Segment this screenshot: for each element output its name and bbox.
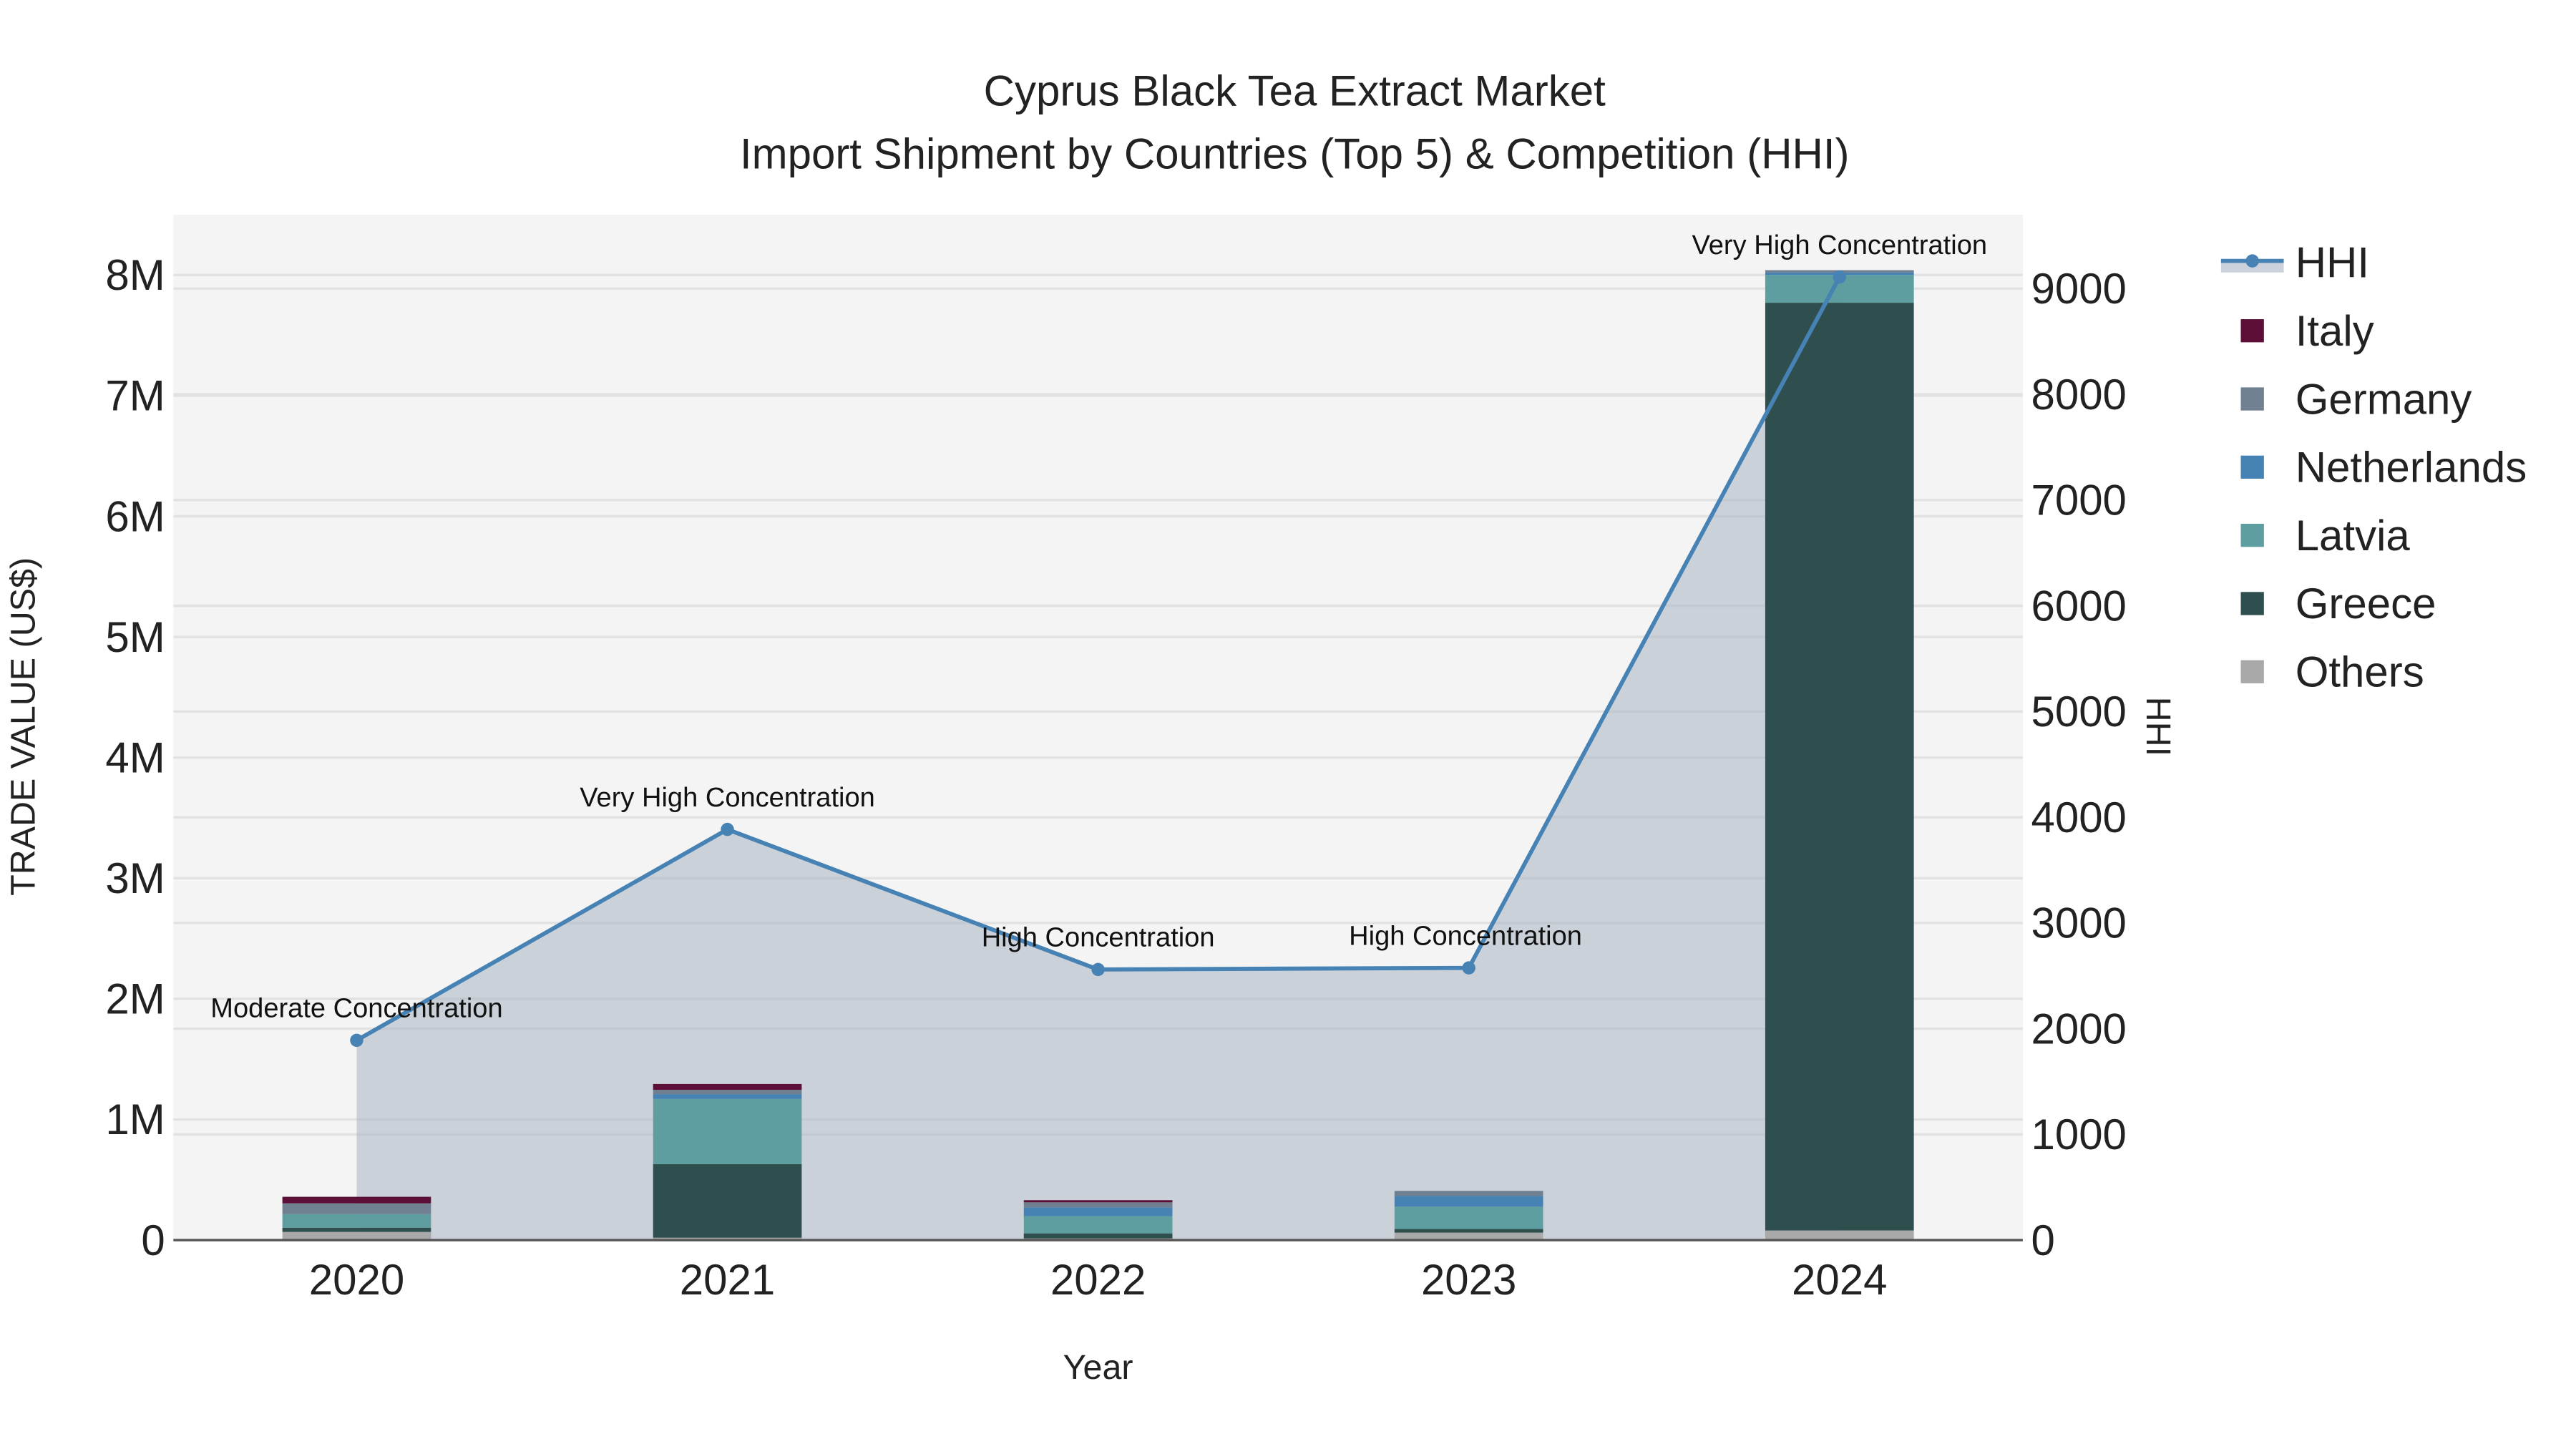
x-tick-label: 2020 xyxy=(309,1256,404,1304)
bar-netherlands-2022 xyxy=(1023,1207,1173,1216)
legend-hhi-marker xyxy=(2245,254,2259,268)
x-axis-ticks: 2020 2021 2022 2023 2024 xyxy=(309,1256,1888,1304)
bar-latvia-2021 xyxy=(653,1098,802,1164)
y-tick-label: 2M xyxy=(105,975,165,1023)
legend: HHI Italy Germany Netherlands Latvia Greece Ot… xyxy=(2220,239,2527,696)
y-tick-label: 6M xyxy=(105,492,165,540)
y2-tick-label: 2000 xyxy=(2031,1005,2126,1053)
y-tick-label: 8M xyxy=(105,251,165,299)
y-tick-label: 0 xyxy=(141,1216,165,1264)
hhi-annotation: Very High Concentration xyxy=(580,783,875,813)
legend-label-italy: Italy xyxy=(2296,307,2374,355)
legend-swatch-latvia xyxy=(2240,524,2264,547)
legend-label-others: Others xyxy=(2296,648,2424,696)
y-tick-label: 4M xyxy=(105,733,165,781)
legend-label-netherlands: Netherlands xyxy=(2296,444,2527,492)
y2-tick-label: 9000 xyxy=(2031,265,2126,313)
bar-greece-2024 xyxy=(1765,303,1914,1231)
bar-germany-2020 xyxy=(282,1203,431,1214)
y-tick-label: 7M xyxy=(105,372,165,420)
y-tick-label: 3M xyxy=(105,854,165,902)
bar-italy-2020 xyxy=(282,1196,431,1204)
hhi-point xyxy=(721,822,734,836)
hhi-annotation: High Concentration xyxy=(1349,921,1582,951)
legend-swatch-greece xyxy=(2240,592,2264,615)
hhi-annotation: Moderate Concentration xyxy=(210,994,502,1024)
hhi-point xyxy=(1091,962,1105,977)
legend-swatch-germany xyxy=(2240,387,2264,411)
legend-swatch-netherlands xyxy=(2240,455,2264,479)
hhi-point xyxy=(1833,270,1846,284)
bar-germany-2021 xyxy=(653,1090,802,1095)
bar-latvia-2020 xyxy=(282,1214,431,1228)
bar-latvia-2023 xyxy=(1394,1206,1543,1229)
x-tick-label: 2022 xyxy=(1050,1256,1146,1304)
bar-italy-2022 xyxy=(1023,1200,1173,1203)
bar-greece-2023 xyxy=(1394,1229,1543,1233)
bar-germany-2023 xyxy=(1394,1191,1543,1196)
hhi-annotation: High Concentration xyxy=(982,923,1215,953)
y2-tick-label: 3000 xyxy=(2031,899,2126,947)
legend-label-hhi: HHI xyxy=(2296,239,2369,287)
y-axis-label: TRADE VALUE (US$) xyxy=(4,557,42,896)
bar-netherlands-2021 xyxy=(653,1094,802,1099)
y2-axis-ticks: 0 1000 2000 3000 4000 5000 6000 7000 8000 9000 xyxy=(2031,265,2126,1264)
bar-others-2024 xyxy=(1765,1230,1914,1241)
bar-germany-2022 xyxy=(1023,1202,1173,1208)
y2-tick-label: 7000 xyxy=(2031,477,2126,525)
y2-axis-label: HHI xyxy=(2139,697,2177,756)
chart-title-line1: Cyprus Black Tea Extract Market xyxy=(984,67,1606,115)
legend-label-latvia: Latvia xyxy=(2296,512,2411,560)
y-axis-ticks: 0 1M 2M 3M 4M 5M 6M 7M 8M xyxy=(105,251,165,1264)
legend-label-greece: Greece xyxy=(2296,580,2436,628)
x-tick-label: 2023 xyxy=(1421,1256,1516,1304)
bar-greece-2020 xyxy=(282,1227,431,1232)
hhi-annotation: Very High Concentration xyxy=(1692,230,1987,260)
chart-title-line2: Import Shipment by Countries (Top 5) & C… xyxy=(740,130,1850,177)
y-tick-label: 5M xyxy=(105,613,165,661)
hhi-point xyxy=(350,1033,364,1048)
y2-tick-label: 8000 xyxy=(2031,371,2126,419)
legend-swatch-others xyxy=(2240,660,2264,683)
y2-tick-label: 6000 xyxy=(2031,582,2126,630)
bar-greece-2021 xyxy=(653,1163,802,1238)
hhi-point xyxy=(1462,961,1475,975)
y2-tick-label: 0 xyxy=(2031,1216,2054,1264)
x-tick-label: 2021 xyxy=(680,1256,775,1304)
legend-swatch-italy xyxy=(2240,319,2264,343)
y2-tick-label: 5000 xyxy=(2031,688,2126,736)
y2-tick-label: 4000 xyxy=(2031,794,2126,841)
bar-italy-2021 xyxy=(653,1083,802,1091)
legend-label-germany: Germany xyxy=(2296,375,2472,423)
y-tick-label: 1M xyxy=(105,1096,165,1143)
bar-greece-2022 xyxy=(1023,1233,1173,1239)
x-tick-label: 2024 xyxy=(1792,1256,1887,1304)
x-axis-label: Year xyxy=(1063,1348,1133,1387)
bar-latvia-2022 xyxy=(1023,1216,1173,1234)
y2-tick-label: 1000 xyxy=(2031,1111,2126,1158)
hhi-trade-chart: Cyprus Black Tea Extract Market Import S… xyxy=(4,67,2527,1387)
bar-netherlands-2023 xyxy=(1394,1196,1543,1207)
